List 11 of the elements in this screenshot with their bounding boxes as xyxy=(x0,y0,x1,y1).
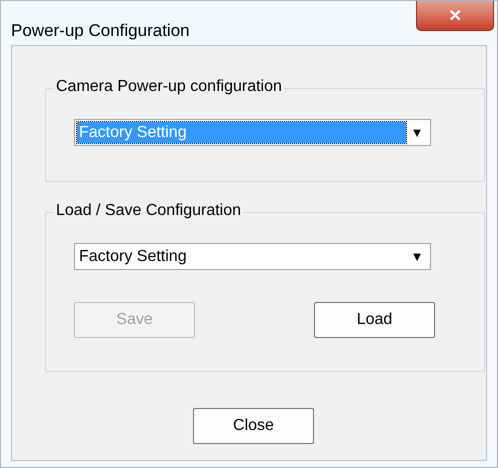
group-label: Camera Power-up configuration xyxy=(54,78,284,96)
window-title: Power-up Configuration xyxy=(11,21,190,41)
dropdown-value: Factory Setting xyxy=(77,122,406,143)
dropdown[interactable]: Factory Setting ▼ xyxy=(74,243,431,270)
dropdown-value: Factory Setting xyxy=(78,247,188,267)
dropdown-arrow[interactable]: ▼ xyxy=(406,249,428,264)
close-dialog-button[interactable]: Close xyxy=(193,408,314,444)
dropdown-arrow[interactable]: ▼ xyxy=(406,125,428,140)
dialog-button[interactable]: Load xyxy=(314,302,435,338)
group-label: Load / Save Configuration xyxy=(54,202,244,220)
dropdown[interactable]: Factory Setting ▼ xyxy=(74,119,431,146)
